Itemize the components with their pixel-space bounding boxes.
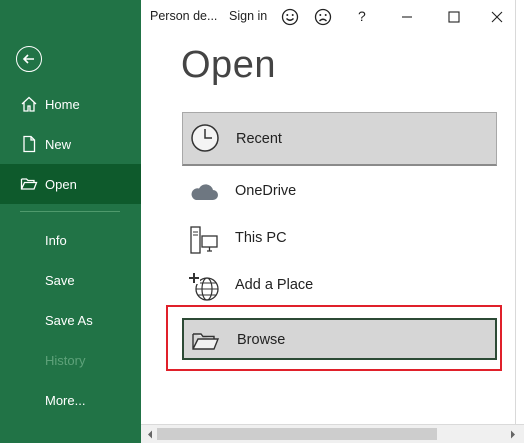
scroll-right-icon[interactable] xyxy=(509,430,517,439)
horizontal-scroll-thumb[interactable] xyxy=(157,428,437,440)
page-title: Open xyxy=(181,44,276,86)
vertical-scrollbar[interactable] xyxy=(515,0,524,443)
title-bar: Person de... Sign in ? xyxy=(141,0,524,34)
open-folder-icon xyxy=(20,178,38,190)
rail-item-more[interactable]: More... xyxy=(0,380,141,420)
rail-item-history: History xyxy=(0,340,141,380)
new-document-icon xyxy=(23,135,36,153)
folder-icon xyxy=(192,333,220,350)
backstage-rail: Home New Open Info Save Save As History … xyxy=(0,0,141,443)
minimize-icon[interactable] xyxy=(397,7,417,27)
rail-item-label: More... xyxy=(45,392,86,408)
rail-item-new[interactable]: New xyxy=(0,124,141,164)
rail-item-save[interactable]: Save xyxy=(0,260,141,300)
close-icon[interactable] xyxy=(487,7,507,27)
cloud-icon xyxy=(191,184,218,200)
back-button[interactable] xyxy=(16,46,42,72)
rail-item-label: Info xyxy=(45,232,67,248)
location-browse[interactable]: Browse xyxy=(182,318,497,360)
maximize-icon[interactable] xyxy=(444,7,464,27)
rail-item-info[interactable]: Info xyxy=(0,220,141,260)
back-arrow-icon xyxy=(22,54,34,64)
location-label: Add a Place xyxy=(235,277,314,293)
location-label: Browse xyxy=(237,332,286,348)
location-add-a-place[interactable]: Add a Place xyxy=(182,264,497,308)
location-onedrive[interactable]: OneDrive xyxy=(182,170,497,214)
rail-item-home[interactable]: Home xyxy=(0,84,141,124)
location-recent[interactable]: Recent xyxy=(182,112,497,166)
smile-feedback-icon[interactable] xyxy=(280,7,300,27)
clock-icon xyxy=(191,124,219,152)
rail-item-label: Save As xyxy=(45,312,93,328)
help-button[interactable]: ? xyxy=(358,8,366,24)
rail-item-label: New xyxy=(45,136,72,152)
rail-item-label: Home xyxy=(45,96,80,112)
globe-plus-icon xyxy=(188,272,219,301)
sign-in-link[interactable]: Sign in xyxy=(229,9,267,23)
home-icon xyxy=(21,96,37,112)
rail-item-label: Save xyxy=(45,272,75,288)
account-name[interactable]: Person de... xyxy=(150,9,217,23)
frown-feedback-icon[interactable] xyxy=(313,7,333,27)
location-label: This PC xyxy=(235,230,287,246)
rail-divider xyxy=(20,211,120,212)
rail-item-save-as[interactable]: Save As xyxy=(0,300,141,340)
rail-item-open[interactable]: Open xyxy=(0,164,141,204)
scroll-left-icon[interactable] xyxy=(146,430,154,439)
rail-item-label: History xyxy=(45,352,86,368)
location-label: Recent xyxy=(236,131,282,147)
horizontal-scrollbar[interactable] xyxy=(141,424,524,443)
location-label: OneDrive xyxy=(235,183,297,199)
location-this-pc[interactable]: This PC xyxy=(182,217,497,261)
computer-icon xyxy=(190,226,218,254)
rail-item-label: Open xyxy=(45,176,77,192)
